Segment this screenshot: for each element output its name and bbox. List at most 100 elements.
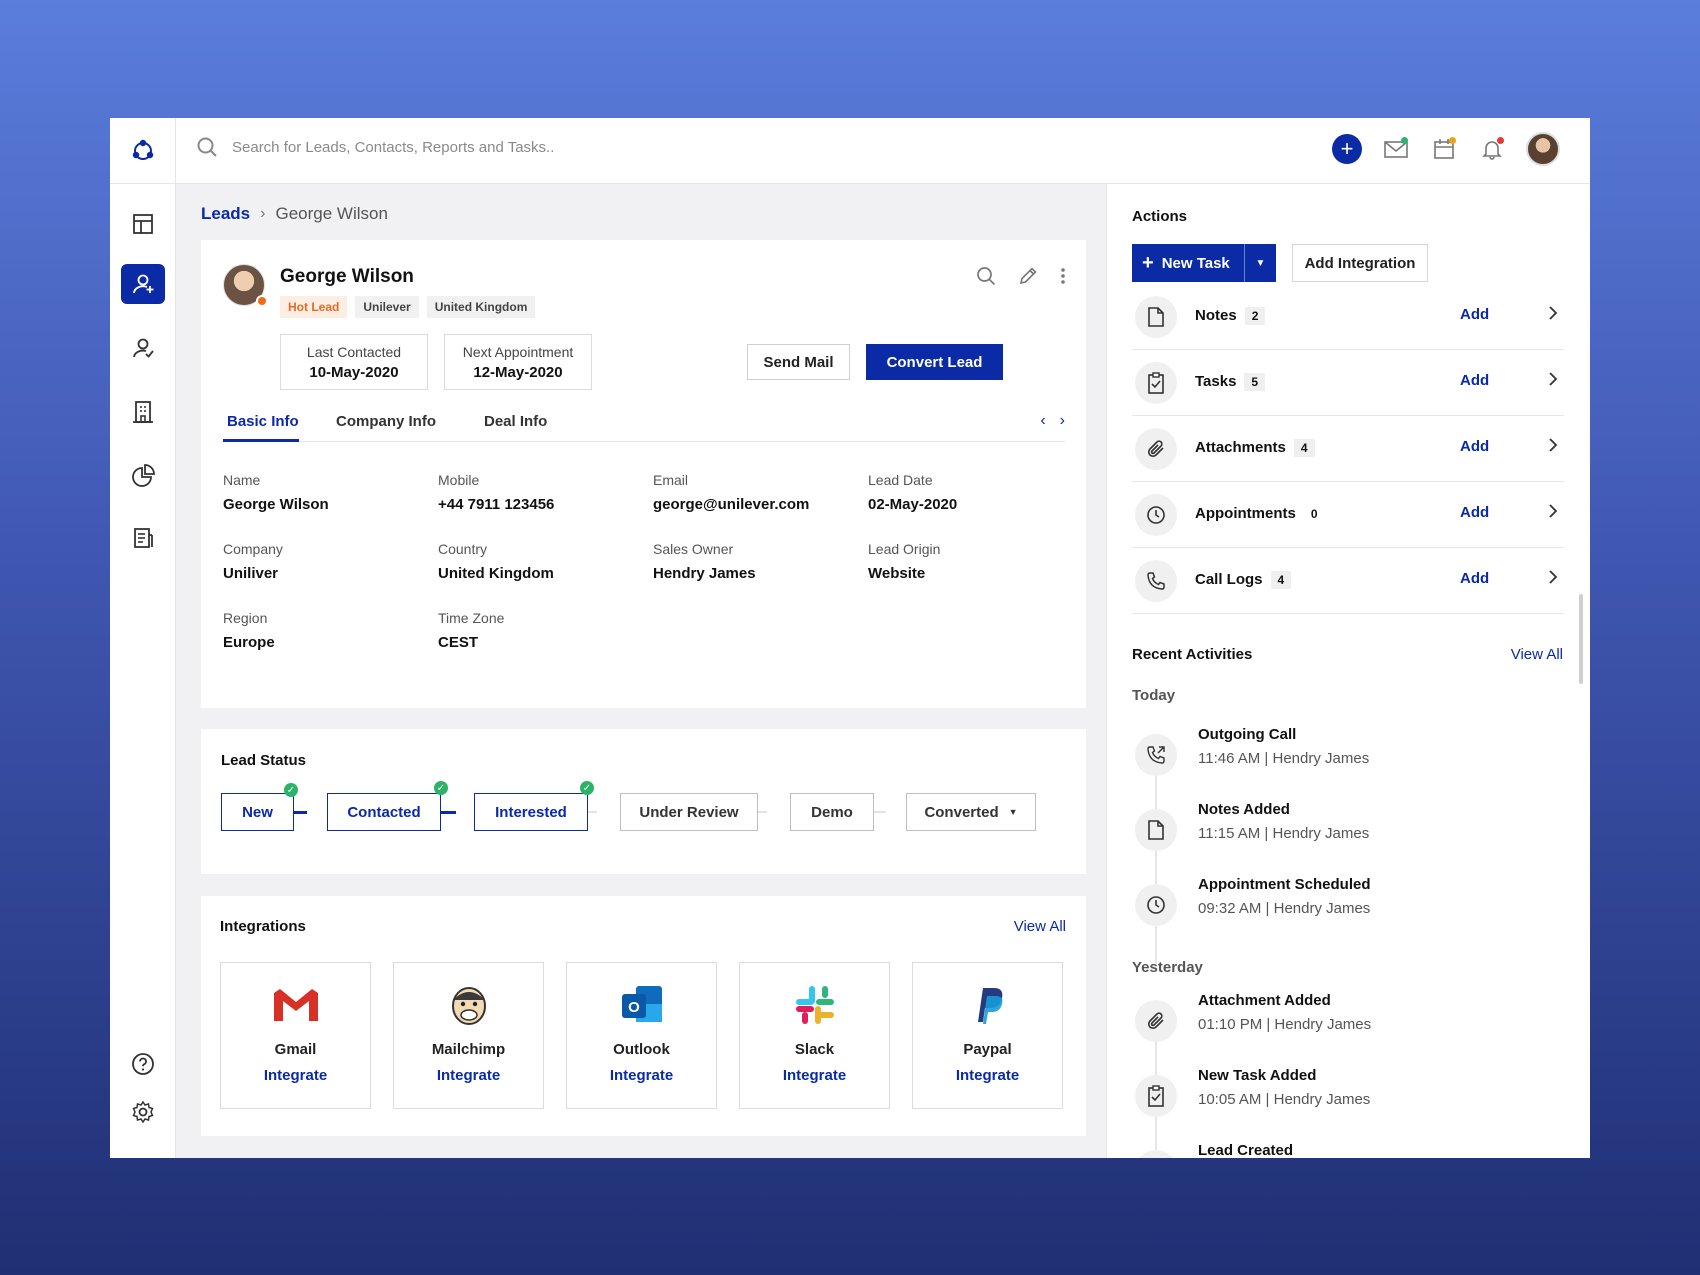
status-dot — [256, 295, 268, 307]
activity-item[interactable]: New Task Added 10:05 AM | Hendry James — [1132, 1067, 1562, 1127]
sidebar — [110, 184, 176, 1158]
integrations-card: Integrations View All Gmail Integrate Ma… — [201, 896, 1086, 1136]
count-badge: 4 — [1293, 439, 1315, 457]
clock-icon — [1135, 884, 1177, 926]
add-call-logs-link[interactable]: Add — [1460, 570, 1489, 587]
notifications-button[interactable] — [1478, 135, 1506, 163]
search-icon — [197, 137, 217, 157]
new-task-label: New Task — [1161, 254, 1230, 272]
sidebar-item-settings[interactable] — [121, 1092, 165, 1132]
sidebar-item-companies[interactable] — [121, 392, 165, 432]
sidebar-item-dashboard[interactable] — [121, 204, 165, 244]
integrate-link[interactable]: Integrate — [567, 1067, 716, 1084]
integrate-link[interactable]: Integrate — [221, 1067, 370, 1084]
tab-company-info[interactable]: Company Info — [336, 413, 436, 430]
add-integration-button[interactable]: Add Integration — [1292, 244, 1428, 282]
action-row-attachments[interactable]: Attachments 4 Add — [1132, 416, 1564, 482]
tab-deal-info[interactable]: Deal Info — [484, 413, 547, 430]
activity-item[interactable]: Lead Created — [1132, 1142, 1562, 1158]
integrate-link[interactable]: Integrate — [740, 1067, 889, 1084]
lead-tags: Hot Lead Unilever United Kingdom — [280, 296, 536, 318]
field-value: Hendry James — [653, 565, 756, 582]
slack-logo-icon — [791, 981, 839, 1029]
mail-notification-dot — [1401, 137, 1408, 144]
sidebar-item-leads[interactable] — [121, 264, 165, 304]
integrate-link[interactable]: Integrate — [913, 1067, 1062, 1084]
count-badge: 4 — [1270, 571, 1292, 589]
stage-new[interactable]: New — [221, 793, 294, 831]
user-avatar[interactable] — [1526, 132, 1560, 166]
activity-title: Appointment Scheduled — [1198, 876, 1371, 893]
action-label-text: Tasks — [1195, 373, 1237, 390]
caret-down-icon: ▼ — [1008, 807, 1018, 817]
send-mail-button[interactable]: Send Mail — [747, 344, 850, 380]
last-contacted-label: Last Contacted — [306, 344, 402, 360]
app-logo[interactable] — [110, 118, 176, 184]
stage-converted-dropdown[interactable]: Converted ▼ — [906, 793, 1036, 831]
activity-item[interactable]: Outgoing Call 11:46 AM | Hendry James — [1132, 726, 1562, 786]
plus-icon: + — [1142, 252, 1154, 274]
svg-text:O: O — [628, 999, 640, 1016]
crm-app: + — [110, 118, 1590, 1158]
mail-button[interactable] — [1382, 135, 1410, 163]
convert-lead-button[interactable]: Convert Lead — [866, 344, 1003, 380]
field-lead-origin: Lead Origin Website — [868, 541, 1068, 582]
active-tab-indicator — [223, 439, 299, 442]
activity-item[interactable]: Notes Added 11:15 AM | Hendry James — [1132, 801, 1562, 861]
create-button[interactable]: + — [1332, 134, 1362, 164]
stage-interested[interactable]: Interested — [474, 793, 588, 831]
recent-activities-title: Recent Activities — [1132, 646, 1253, 663]
action-row-tasks[interactable]: Tasks 5 Add — [1132, 350, 1564, 416]
chevron-right-icon[interactable]: › — [1060, 412, 1065, 430]
field-value: 02-May-2020 — [868, 496, 958, 513]
tab-basic-info[interactable]: Basic Info — [227, 413, 299, 430]
stage-demo[interactable]: Demo — [790, 793, 874, 831]
gmail-logo-icon — [272, 981, 320, 1029]
scrollbar[interactable] — [1579, 594, 1583, 684]
field-value: Uniliver — [223, 565, 279, 582]
add-tasks-link[interactable]: Add — [1460, 372, 1489, 389]
edit-icon[interactable] — [1018, 266, 1038, 286]
chevron-right-icon[interactable] — [1548, 504, 1558, 523]
tag-company: Unilever — [355, 296, 419, 318]
integrate-link[interactable]: Integrate — [394, 1067, 543, 1084]
sidebar-item-contacts[interactable] — [121, 328, 165, 368]
lead-name: George Wilson — [280, 266, 414, 287]
activity-title: Outgoing Call — [1198, 726, 1297, 743]
next-appointment-value: 12-May-2020 — [473, 364, 563, 381]
field-email: Email george@unilever.com — [653, 472, 853, 513]
outlook-logo-icon: O — [618, 981, 666, 1029]
recent-activities-view-all-link[interactable]: View All — [1511, 646, 1563, 663]
stage-contacted[interactable]: Contacted — [327, 793, 441, 831]
action-label: Tasks 5 — [1195, 373, 1266, 391]
search-bar — [196, 136, 792, 158]
activity-item[interactable]: Appointment Scheduled 09:32 AM | Hendry … — [1132, 876, 1562, 936]
calendar-button[interactable] — [1430, 135, 1458, 163]
breadcrumb-leads-link[interactable]: Leads — [201, 204, 250, 224]
integrations-view-all-link[interactable]: View All — [1014, 918, 1066, 935]
action-row-call-logs[interactable]: Call Logs 4 Add — [1132, 548, 1564, 614]
add-appointments-link[interactable]: Add — [1460, 504, 1489, 521]
sidebar-item-documents[interactable] — [121, 518, 165, 558]
search-input[interactable] — [232, 138, 792, 156]
activity-item[interactable]: Attachment Added 01:10 PM | Hendry James — [1132, 992, 1562, 1052]
chevron-right-icon[interactable] — [1548, 570, 1558, 589]
user-plus-icon — [1135, 1150, 1177, 1158]
new-task-dropdown-toggle[interactable]: ▼ — [1244, 244, 1276, 282]
sidebar-item-help[interactable] — [121, 1044, 165, 1084]
chevron-right-icon[interactable] — [1548, 438, 1558, 457]
chevron-left-icon[interactable]: ‹ — [1040, 412, 1045, 430]
action-row-notes[interactable]: Notes 2 Add — [1132, 284, 1564, 350]
chevron-right-icon[interactable] — [1548, 372, 1558, 391]
search-icon[interactable] — [976, 266, 996, 286]
add-attachments-link[interactable]: Add — [1460, 438, 1489, 455]
more-vertical-icon[interactable] — [1060, 266, 1066, 286]
chevron-right-icon[interactable] — [1548, 306, 1558, 325]
stage-under-review[interactable]: Under Review — [620, 793, 758, 831]
field-sales-owner: Sales Owner Hendry James — [653, 541, 853, 582]
new-task-button[interactable]: + New Task — [1132, 253, 1244, 273]
field-value: +44 7911 123456 — [438, 496, 555, 513]
add-notes-link[interactable]: Add — [1460, 306, 1489, 323]
action-row-appointments[interactable]: Appointments 0 Add — [1132, 482, 1564, 548]
sidebar-item-reports[interactable] — [121, 456, 165, 496]
